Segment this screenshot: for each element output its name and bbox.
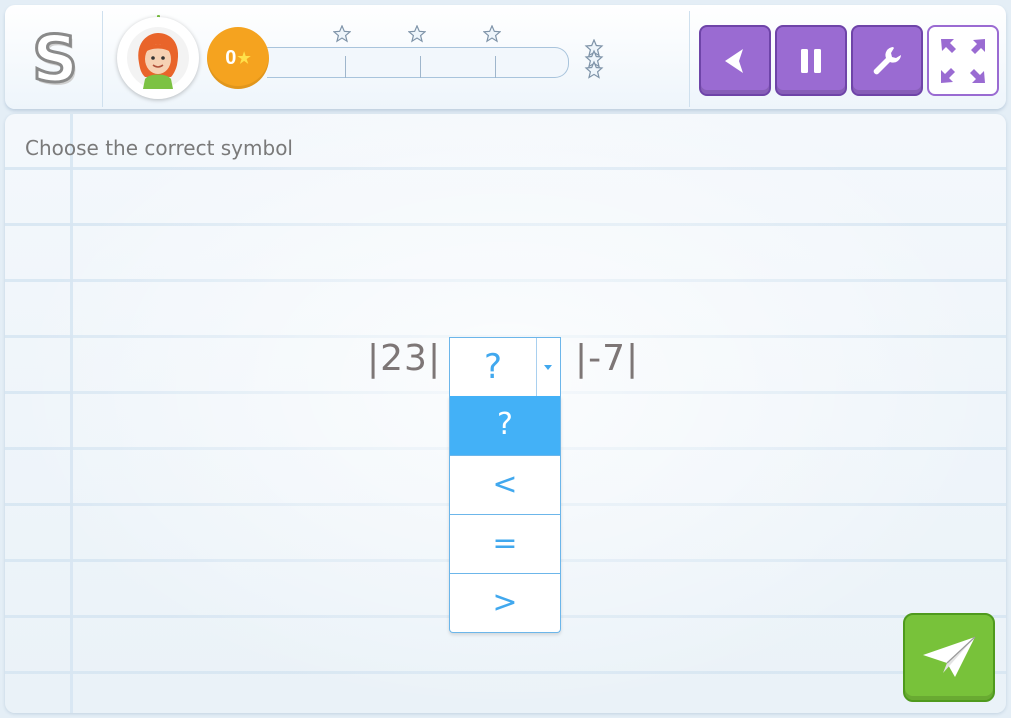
instruction-text: Choose the correct symbol [25,136,293,160]
progress-tick [345,56,346,78]
dropdown-arrow-icon[interactable] [544,365,552,370]
option-greater-than[interactable]: > [450,573,560,632]
select-divider [536,338,537,396]
expand-arrows-icon [941,38,985,83]
right-expression: |-7| [575,338,640,379]
divider [689,11,690,107]
score-value: 0 [225,46,237,69]
option-less-than[interactable]: < [450,455,560,514]
score-badge: 0 ★ [207,27,269,89]
option-equals[interactable]: = [450,514,560,573]
progress-bar [267,47,569,78]
back-button[interactable] [699,25,771,96]
star-outline-icon [483,25,501,43]
wrench-icon [873,46,901,74]
stacked-stars-icon [584,39,604,79]
left-expression: |23| [367,338,442,379]
symbol-select[interactable]: ? [449,337,561,397]
divider [102,11,103,107]
fullscreen-button[interactable] [927,25,999,96]
avatar[interactable] [117,17,199,99]
star-outline-icon [333,25,351,43]
progress-tick [420,56,421,78]
selected-symbol: ? [483,347,503,387]
option-question[interactable]: ? [450,396,560,455]
chevron-left-icon [725,48,743,73]
exercise-panel: Choose the correct symbol |23| ? |-7| ? … [5,114,1006,713]
paper-plane-icon [923,636,976,677]
logo: S [30,23,79,97]
pause-button[interactable] [775,25,847,96]
settings-button[interactable] [851,25,923,96]
star-outline-icon [408,25,426,43]
star-icon: ★ [237,50,251,67]
notebook-margin [70,114,73,713]
symbol-dropdown-list: ? < = > [449,396,561,633]
progress-tick [495,56,496,78]
pause-icon [801,48,821,73]
submit-button[interactable] [903,613,995,702]
girl-avatar-icon [127,27,189,89]
